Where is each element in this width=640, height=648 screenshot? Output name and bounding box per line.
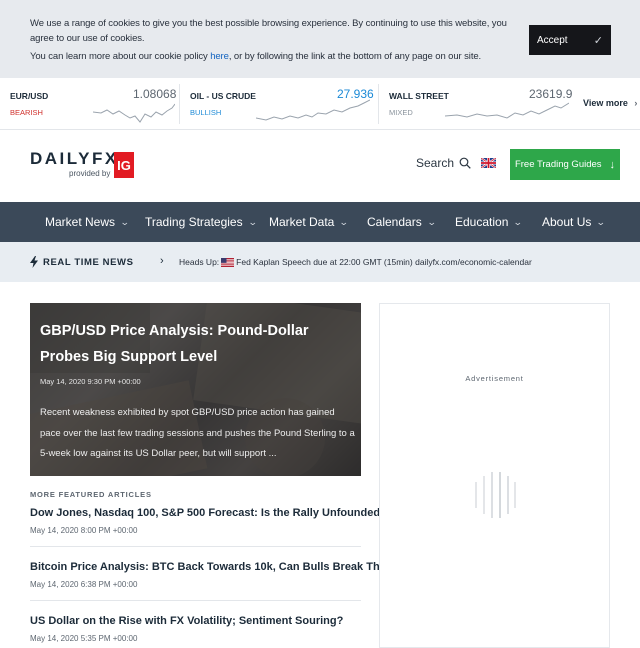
chevron-down-icon: ⌄ xyxy=(119,216,130,227)
real-time-news-title: REAL TIME NEWS xyxy=(43,256,134,268)
trade-button-label: Free Trading Guides xyxy=(514,159,602,170)
article-item[interactable]: Dow Jones, Nasdaq 100, S&P 500 Forecast:… xyxy=(30,507,387,535)
headline-text: Fed Kaplan Speech due at 22:00 GMT (15mi… xyxy=(236,257,532,267)
cookie-message: We use a range of cookies to give you th… xyxy=(30,17,520,65)
chevron-down-icon: ⌄ xyxy=(247,216,258,227)
cookie-text-before-link: You can learn more about our cookie poli… xyxy=(30,51,211,62)
article-divider xyxy=(30,600,361,601)
nav-item-label: Trading Strategies xyxy=(145,215,243,229)
view-more-link[interactable]: View more › xyxy=(583,98,637,108)
checkmark-icon: ✓ xyxy=(593,34,603,47)
lightning-icon xyxy=(30,256,38,268)
ticker-item-eurusd[interactable]: EUR/USD BEARISH 1.08068 xyxy=(10,78,176,130)
article-title: US Dollar on the Rise with FX Volatility… xyxy=(30,615,344,627)
article-date: May 14, 2020 5:35 PM +00:00 xyxy=(30,634,138,643)
nav-item-calendars[interactable]: Calendars ⌄ xyxy=(367,202,437,242)
search-icon xyxy=(459,157,471,169)
real-time-news-headline[interactable]: Heads Up: Fed Kaplan Speech due at 22:00… xyxy=(179,257,532,267)
sparkline-chart-icon xyxy=(256,99,370,121)
ticker-item-wall-street[interactable]: WALL STREET MIXED 23619.9 xyxy=(389,78,572,130)
nav-item-label: Education xyxy=(455,215,509,229)
advertisement-label: Advertisement xyxy=(465,374,524,383)
article-item[interactable]: Bitcoin Price Analysis: BTC Back Towards… xyxy=(30,561,418,589)
nav-item-education[interactable]: Education ⌄ xyxy=(455,202,524,242)
headline-prefix: Heads Up: xyxy=(179,257,220,267)
us-flag-icon xyxy=(221,257,235,267)
ticker-divider xyxy=(378,84,379,124)
view-more-label: View more xyxy=(583,98,628,108)
accept-label: Accept xyxy=(537,34,568,46)
ticker-sentiment: BEARISH xyxy=(10,108,43,117)
featured-article-date: May 14, 2020 9:30 PM +00:00 xyxy=(40,377,141,386)
featured-article-description: Recent weakness exhibited by spot GBP/US… xyxy=(40,407,355,459)
article-divider xyxy=(30,546,361,547)
cookie-text-line2: You can learn more about our cookie poli… xyxy=(30,50,520,65)
site-header: DAILYFX provided by IG Search Free Tradi… xyxy=(0,131,640,203)
article-title: Bitcoin Price Analysis: BTC Back Towards… xyxy=(30,561,418,573)
cookie-text-line1: We use a range of cookies to give you th… xyxy=(30,18,507,44)
nav-item-trading-strategies[interactable]: Trading Strategies ⌄ xyxy=(145,202,258,242)
accept-cookies-button[interactable]: Accept ✓ xyxy=(529,25,611,55)
loading-bars-icon xyxy=(475,472,516,518)
nav-item-label: About Us xyxy=(542,215,592,229)
logo-daily: DAILY xyxy=(30,149,92,168)
ticker-item-oil[interactable]: OIL - US CRUDE BULLISH 27.936 xyxy=(190,78,374,130)
sparkline-chart-icon xyxy=(93,103,175,123)
featured-article-card[interactable]: GBP/USD Price Analysis: Pound-Dollar Pro… xyxy=(30,303,361,476)
ig-logo: IG xyxy=(114,152,134,178)
article-title: Dow Jones, Nasdaq 100, S&P 500 Forecast:… xyxy=(30,507,387,519)
logo-provided-by: provided by xyxy=(69,169,111,178)
featured-article-title: GBP/USD Price Analysis: Pound-Dollar Pro… xyxy=(40,323,309,365)
advertisement-panel: Advertisement xyxy=(379,303,610,648)
ticker-name: EUR/USD xyxy=(10,91,49,101)
nav-item-label: Calendars xyxy=(367,215,422,229)
chevron-down-icon: ⌄ xyxy=(339,216,350,227)
nav-item-about-us[interactable]: About Us ⌄ xyxy=(542,202,607,242)
nav-item-market-news[interactable]: Market News ⌄ xyxy=(45,202,130,242)
free-trading-guides-button[interactable]: Free Trading Guides ↓ xyxy=(510,149,620,180)
ticker-sentiment: MIXED xyxy=(389,108,413,117)
cookie-banner: We use a range of cookies to give you th… xyxy=(0,0,640,78)
article-item[interactable]: US Dollar on the Rise with FX Volatility… xyxy=(30,615,361,643)
ticker-divider xyxy=(179,84,180,124)
dailyfx-logo[interactable]: DAILYFX provided by IG xyxy=(30,149,140,189)
market-ticker: EUR/USD BEARISH 1.08068 OIL - US CRUDE B… xyxy=(0,78,640,130)
ticker-name: OIL - US CRUDE xyxy=(190,91,256,101)
chevron-down-icon: ⌄ xyxy=(513,216,524,227)
nav-item-label: Market News xyxy=(45,215,116,229)
real-time-news-label: REAL TIME NEWS xyxy=(30,256,134,268)
chevron-right-icon[interactable]: › xyxy=(160,255,164,267)
cookie-text-after-link: , or by following the link at the bottom… xyxy=(228,51,482,62)
article-date: May 14, 2020 8:00 PM +00:00 xyxy=(30,526,138,535)
uk-flag-icon[interactable] xyxy=(481,158,496,168)
ticker-sentiment: BULLISH xyxy=(190,108,222,117)
chevron-down-icon: ⌄ xyxy=(426,216,437,227)
article-date: May 14, 2020 6:38 PM +00:00 xyxy=(30,580,138,589)
main-navigation: Market News ⌄ Trading Strategies ⌄ Market … xyxy=(0,202,640,242)
sparkline-chart-icon xyxy=(445,102,569,119)
logo-wordmark: DAILYFX xyxy=(30,149,119,169)
arrow-down-icon: ↓ xyxy=(609,158,616,171)
ticker-name: WALL STREET xyxy=(389,91,449,101)
nav-item-label: Market Data xyxy=(269,215,335,229)
chevron-right-icon: › xyxy=(634,98,638,108)
nav-item-market-data[interactable]: Market Data ⌄ xyxy=(269,202,350,242)
real-time-news-bar: REAL TIME NEWS › Heads Up: Fed Kaplan Sp… xyxy=(0,242,640,282)
search-button[interactable]: Search xyxy=(416,156,471,170)
search-label: Search xyxy=(416,156,455,170)
more-featured-label: MORE FEATURED ARTICLES xyxy=(30,490,152,499)
chevron-down-icon: ⌄ xyxy=(596,216,607,227)
cookie-policy-link[interactable]: here xyxy=(210,51,229,62)
